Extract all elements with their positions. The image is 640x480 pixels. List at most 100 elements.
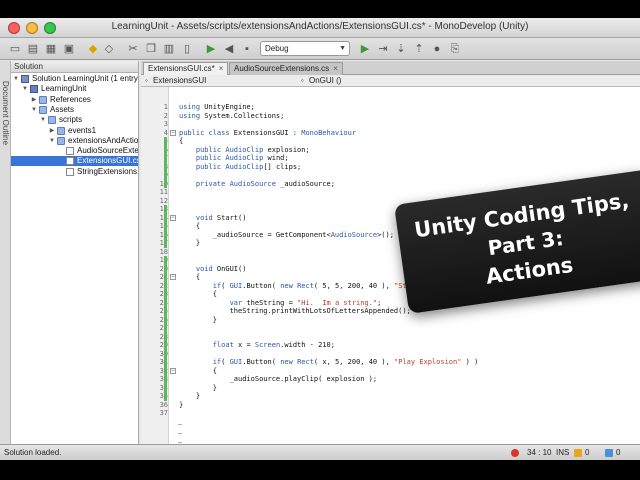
warning-count: 0 — [616, 448, 621, 457]
code-line[interactable]: { — [179, 273, 200, 282]
tree-item[interactable]: ▼ extensionsAndActions — [11, 136, 138, 146]
code-line[interactable]: _audioSource.playClip( explosion ); — [179, 375, 378, 384]
code-line[interactable]: theString.printWithLotsOfLettersAppended… — [179, 307, 411, 316]
tree-item[interactable]: ExtensionsGUI.cs — [11, 156, 139, 167]
message-icon[interactable] — [605, 449, 613, 457]
tree-item[interactable]: ▼ scripts — [11, 115, 138, 125]
window-title: LearningUnit - Assets/scripts/extensions… — [111, 21, 529, 32]
tree-item-label: Solution LearningUnit (1 entry) — [32, 74, 139, 83]
undo-icon[interactable]: ◆ — [86, 42, 100, 56]
tree-item[interactable]: ▶ References — [11, 94, 138, 105]
tree-item[interactable]: ▼ Solution LearningUnit (1 entry) — [11, 74, 139, 84]
run-debug-icon[interactable]: ▶ — [358, 42, 372, 56]
code-line[interactable]: _audioSource = GetComponent<AudioSource>… — [179, 231, 394, 240]
line-number: 1 — [163, 103, 168, 111]
code-line[interactable]: } — [179, 316, 217, 325]
document-outline-strip[interactable]: Document Outline — [0, 61, 11, 444]
folder-icon — [57, 126, 65, 135]
status-message: Solution loaded. — [4, 448, 62, 457]
code-line[interactable]: { — [179, 290, 217, 299]
code-line[interactable]: private AudioSource _audioSource; — [179, 180, 335, 189]
stop-icon[interactable]: ▪ — [240, 42, 254, 56]
code-line[interactable]: } — [179, 239, 200, 248]
expanded-arrow-icon[interactable]: ▼ — [22, 84, 28, 94]
tree-item[interactable]: StringExtensions.cs — [11, 167, 138, 177]
tree-item[interactable]: ▶ events1 — [11, 126, 138, 136]
open-icon[interactable]: ▦ — [44, 42, 58, 56]
tree-item[interactable]: ▼ Assets — [11, 104, 138, 115]
code-line[interactable]: } — [179, 392, 200, 401]
fold-toggle-icon[interactable]: − — [170, 129, 176, 136]
code-line[interactable]: void OnGUI() — [179, 265, 247, 274]
breakpoint-icon[interactable]: ● — [430, 42, 444, 56]
status-bar: Solution loaded. 34 : 10 INS 0 0 — [0, 444, 640, 460]
debug-step-icon[interactable]: ⇥ — [376, 42, 390, 56]
paste-icon[interactable]: ▥ — [162, 42, 176, 56]
document-outline-label: Document Outline — [1, 81, 10, 146]
collapsed-arrow-icon[interactable]: ▶ — [49, 126, 55, 136]
tree-item[interactable]: AudioSourceExtensions.cs — [11, 146, 139, 156]
tree-item[interactable]: ▼ LearningUnit — [11, 84, 138, 94]
configuration-select[interactable]: Debug ▼ — [260, 41, 350, 56]
path-method-selector[interactable]: OnGUI () — [309, 75, 341, 86]
code-line[interactable]: using UnityEngine; — [179, 103, 255, 112]
error-icon[interactable] — [511, 449, 519, 457]
expanded-arrow-icon[interactable]: ▼ — [49, 136, 55, 146]
fold-toggle-icon[interactable]: − — [170, 367, 176, 374]
attach-icon[interactable]: ⎘ — [448, 42, 462, 56]
collapsed-arrow-icon[interactable]: ▶ — [31, 95, 37, 105]
delete-icon[interactable]: ▯ — [180, 42, 194, 56]
code-line[interactable]: public class ExtensionsGUI : MonoBehavio… — [179, 129, 356, 138]
fold-margin — [169, 87, 177, 444]
new-solution-icon[interactable]: ▤ — [26, 42, 40, 56]
tree-item-label: References — [50, 94, 91, 104]
debug-out-icon[interactable]: ⇡ — [412, 42, 426, 56]
fold-toggle-icon[interactable]: − — [170, 274, 176, 280]
editor-tabs: ExtensionsGUI.cs* × AudioSourceExtensions… — [141, 61, 640, 75]
tree-item-label: Assets — [50, 104, 75, 114]
cut-icon[interactable]: ✂ — [126, 42, 140, 56]
expanded-arrow-icon[interactable]: ▼ — [31, 105, 37, 115]
code-line[interactable]: void Start() — [179, 214, 247, 223]
build-icon[interactable]: ▶ — [204, 42, 218, 56]
copy-icon[interactable]: ❐ — [144, 42, 158, 56]
code-line[interactable]: public AudioClip[] clips; — [179, 163, 301, 172]
expanded-arrow-icon[interactable]: ▼ — [40, 115, 46, 125]
code-line[interactable]: public AudioClip wind; — [179, 154, 289, 163]
path-bar: ◦ ExtensionsGUI ◦ OnGUI () — [141, 75, 640, 87]
save-icon[interactable]: ▣ — [62, 42, 76, 56]
code-line[interactable]: public AudioClip explosion; — [179, 146, 310, 155]
new-file-icon[interactable]: ▭ — [8, 42, 22, 56]
code-line[interactable]: if( GUI.Button( new Rect( x, 5, 200, 40 … — [179, 358, 479, 367]
code-line[interactable]: float x = Screen.width - 210; — [179, 341, 335, 350]
expanded-arrow-icon[interactable]: ▼ — [13, 74, 19, 84]
main-toolbar: ▭ ▤ ▦ ▣ ◆ ◇ ✂ ❐ ▥ ▯ ▶ ◀ ▪ Debug ▼ ▶ ⇥ ⇣ … — [0, 38, 640, 60]
changed-lines-marker — [164, 137, 167, 188]
code-line[interactable]: } — [179, 401, 183, 410]
line-number: 3 — [163, 120, 168, 128]
file-icon — [66, 147, 74, 156]
line-number: 11 — [159, 188, 168, 196]
warning-icon[interactable] — [574, 449, 582, 457]
code-line[interactable]: { — [179, 367, 217, 376]
chevron-down-icon: ▼ — [339, 45, 346, 52]
title-bar: LearningUnit - Assets/scripts/extensions… — [0, 18, 640, 38]
run-icon[interactable]: ◀ — [222, 42, 236, 56]
fold-toggle-icon[interactable]: − — [170, 214, 176, 221]
code-line[interactable]: var theString = "Hi. Im a string."; — [179, 299, 382, 308]
debug-into-icon[interactable]: ⇣ — [394, 42, 408, 56]
code-line[interactable]: } — [179, 384, 217, 393]
tab-audiosourceextensions[interactable]: AudioSourceExtensions.cs × — [229, 62, 343, 75]
code-line[interactable]: using System.Collections; — [179, 112, 284, 121]
folder-icon — [48, 116, 56, 125]
code-line[interactable]: { — [179, 222, 200, 231]
tree-item-label: AudioSourceExtensions.cs — [77, 146, 139, 156]
code-line[interactable]: { — [179, 137, 183, 146]
redo-icon[interactable]: ◇ — [102, 42, 116, 56]
configuration-value: Debug — [265, 44, 289, 53]
close-icon[interactable]: × — [219, 64, 224, 73]
tree-item-label: ExtensionsGUI.cs — [77, 156, 139, 166]
close-icon[interactable]: × — [333, 64, 338, 73]
path-class-selector[interactable]: ExtensionsGUI — [153, 75, 206, 86]
tab-extensionsgui[interactable]: ExtensionsGUI.cs* × — [143, 62, 229, 75]
